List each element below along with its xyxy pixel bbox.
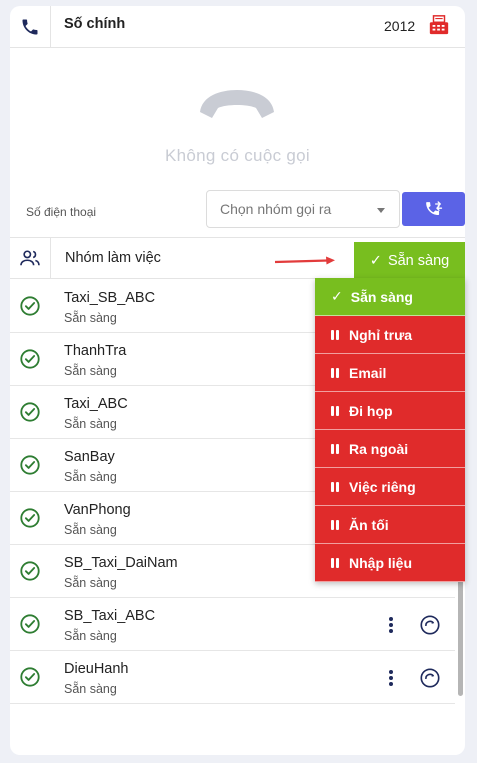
status-menu-item[interactable]: Đi họp <box>315 392 465 430</box>
check-circle-icon <box>19 454 41 481</box>
work-group-title: Nhóm làm việc <box>65 250 161 266</box>
status-menu-item[interactable]: Email <box>315 354 465 392</box>
agent-status-button[interactable]: ✓ Sẵn sàng <box>354 242 465 279</box>
group-status: Sẵn sàng <box>64 629 117 643</box>
check-circle-icon <box>19 560 41 587</box>
check-icon: ✓ <box>331 288 343 304</box>
check-circle-icon <box>19 613 41 640</box>
dial-row: Chọn nhóm gọi ra <box>10 190 465 234</box>
group-row[interactable]: DieuHanh Sẵn sàng <box>10 651 455 704</box>
arrow-right-icon <box>274 256 335 265</box>
status-menu-label: Ăn tối <box>349 516 389 533</box>
status-menu-label: Sẵn sàng <box>350 288 413 305</box>
group-name: SanBay <box>64 449 115 465</box>
status-menu-item[interactable]: Việc riêng <box>315 468 465 506</box>
more-vertical-icon[interactable] <box>382 667 400 689</box>
status-menu-label: Nhập liệu <box>349 554 413 571</box>
check-icon: ✓ <box>369 252 382 269</box>
cycle-icon[interactable] <box>419 614 441 641</box>
group-status: Sẵn sàng <box>64 523 117 537</box>
status-dropdown-menu: ✓ Sẵn sàng Nghỉ trưa Email Đi họp Ra ngoài Việ… <box>315 278 465 582</box>
fax-icon[interactable] <box>428 14 450 41</box>
group-icon-cell <box>10 238 51 278</box>
empty-call-state: Không có cuộc gọi <box>10 48 465 190</box>
main-line-row: Số chính 2012 <box>10 6 465 48</box>
check-circle-icon <box>19 666 41 693</box>
call-transfer-button[interactable] <box>402 192 465 226</box>
status-menu-label: Email <box>349 364 387 381</box>
group-status: Sẵn sàng <box>64 470 117 484</box>
pause-icon <box>331 519 339 530</box>
check-circle-icon <box>19 507 41 534</box>
pause-icon <box>331 443 339 454</box>
group-status: Sẵn sàng <box>64 576 117 590</box>
status-menu-item[interactable]: Nghỉ trưa <box>315 316 465 354</box>
cycle-icon[interactable] <box>419 667 441 694</box>
phone-number-input[interactable] <box>18 196 204 228</box>
check-circle-icon <box>19 348 41 375</box>
more-vertical-icon[interactable] <box>382 614 400 636</box>
outbound-group-select[interactable]: Chọn nhóm gọi ra <box>206 190 400 228</box>
group-name: VanPhong <box>64 502 131 518</box>
group-status: Sẵn sàng <box>64 417 117 431</box>
extension-number: 2012 <box>384 18 416 34</box>
status-menu-label: Việc riêng <box>349 478 416 495</box>
pause-icon <box>331 329 339 340</box>
check-circle-icon <box>19 295 41 322</box>
group-name: Taxi_SB_ABC <box>64 290 156 306</box>
group-icon <box>20 250 40 266</box>
group-row[interactable]: SB_Taxi_ABC Sẵn sàng <box>10 598 455 651</box>
status-menu-item[interactable]: Nhập liệu <box>315 544 465 582</box>
status-menu-item[interactable]: ✓ Sẵn sàng <box>315 278 465 316</box>
scrollbar[interactable] <box>458 566 463 696</box>
call-transfer-icon <box>425 201 442 215</box>
phone-icon <box>22 19 38 35</box>
pause-icon <box>331 405 339 416</box>
group-name: DieuHanh <box>64 661 129 677</box>
status-menu-item[interactable]: Ra ngoài <box>315 430 465 468</box>
group-name: ThanhTra <box>64 343 127 359</box>
agent-status-label: Sẵn sàng <box>387 252 450 269</box>
handset-icon <box>200 90 274 118</box>
phone-icon-cell <box>10 6 51 48</box>
pause-icon <box>331 367 339 378</box>
status-menu-label: Nghỉ trưa <box>349 326 413 343</box>
group-name: SB_Taxi_ABC <box>64 608 156 624</box>
work-group-header: Nhóm làm việc ✓ Sẵn sàng <box>10 237 465 279</box>
outbound-group-placeholder: Chọn nhóm gọi ra <box>220 201 332 217</box>
status-menu-label: Đi họp <box>349 402 393 419</box>
status-menu-label: Ra ngoài <box>349 440 409 457</box>
group-status: Sẵn sàng <box>64 311 117 325</box>
pause-icon <box>331 481 339 492</box>
status-menu-item[interactable]: Ăn tối <box>315 506 465 544</box>
caret-down-icon <box>377 208 385 213</box>
group-name: SB_Taxi_DaiNam <box>64 555 178 571</box>
main-line-label: Số chính <box>64 16 126 32</box>
group-status: Sẵn sàng <box>64 364 117 378</box>
no-call-message: Không có cuộc gọi <box>165 146 310 165</box>
pause-icon <box>331 557 339 568</box>
group-name: Taxi_ABC <box>64 396 128 412</box>
group-status: Sẵn sàng <box>64 682 117 696</box>
check-circle-icon <box>19 401 41 428</box>
